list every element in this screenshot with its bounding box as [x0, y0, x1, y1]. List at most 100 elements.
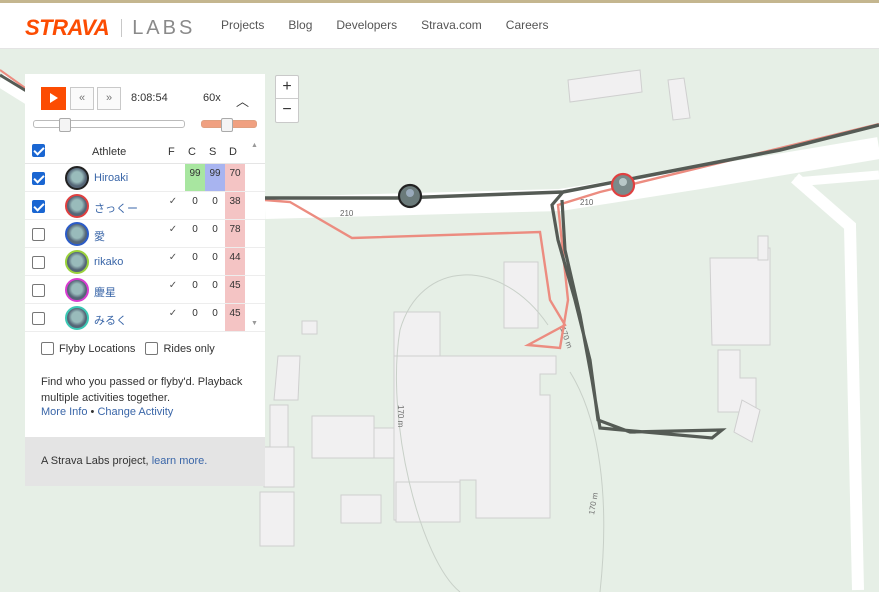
athlete-marker-sakku[interactable]	[610, 172, 636, 198]
flyby-locations-checkbox[interactable]	[41, 342, 54, 355]
rewind-button[interactable]: «	[70, 87, 94, 110]
playback-time: 8:08:54	[131, 92, 168, 104]
athlete-checkbox[interactable]	[32, 200, 45, 213]
cell-f: ✓	[168, 224, 178, 235]
more-info-link[interactable]: More Info	[41, 406, 87, 418]
col-athlete: Athlete	[92, 146, 127, 158]
col-f: F	[168, 146, 175, 158]
road-label-2: 210	[580, 198, 594, 207]
main-nav: Projects Blog Developers Strava.com Care…	[221, 18, 572, 32]
table-header: Athlete F C S D	[25, 138, 265, 164]
cell-s: 0	[212, 280, 218, 291]
building	[273, 355, 301, 401]
timeline-slider[interactable]	[33, 120, 185, 128]
table-row[interactable]: 慶星 ✓ 0 0 45	[25, 276, 265, 304]
athlete-table: Athlete F C S D Hiroaki 99 99 70 さっくー ✓ 0 0 38 愛 ✓…	[25, 138, 265, 332]
table-body: Hiroaki 99 99 70 さっくー ✓ 0 0 38 愛 ✓ 0 0 78 rikako ✓ 0 0 44 慶…	[25, 164, 265, 332]
chevron-up-icon[interactable]: ︿	[236, 91, 249, 110]
avatar[interactable]	[65, 306, 89, 330]
nav-careers[interactable]: Careers	[506, 18, 549, 32]
building	[340, 494, 382, 524]
athlete-checkbox[interactable]	[32, 228, 45, 241]
building	[263, 446, 295, 488]
building	[395, 481, 461, 523]
brand-labs: LABS	[132, 16, 196, 39]
select-all-checkbox[interactable]	[32, 144, 45, 157]
athlete-name[interactable]: みるく	[94, 312, 127, 328]
athlete-name[interactable]: Hiroaki	[94, 172, 128, 184]
avatar[interactable]	[65, 166, 89, 190]
footer-text: A Strava Labs project, learn more.	[41, 455, 207, 467]
brand-divider	[121, 19, 123, 37]
table-row[interactable]: 愛 ✓ 0 0 78	[25, 220, 265, 248]
track-dark-loop	[550, 190, 727, 440]
building	[269, 404, 289, 448]
cell-s: 0	[212, 196, 218, 207]
cell-c: 0	[192, 252, 198, 263]
change-activity-link[interactable]: Change Activity	[97, 406, 173, 418]
contour-label-3: 170 m	[587, 492, 600, 516]
zoom-control: + −	[275, 75, 299, 123]
building	[667, 77, 691, 121]
scroll-up-icon[interactable]: ▲	[251, 142, 258, 149]
learn-more-link[interactable]: learn more.	[152, 455, 208, 467]
zoom-out-button[interactable]: −	[276, 99, 298, 122]
cell-f: ✓	[168, 280, 178, 291]
cell-s: 0	[212, 224, 218, 235]
athlete-name[interactable]: さっくー	[94, 200, 138, 216]
nav-strava-com[interactable]: Strava.com	[421, 18, 482, 32]
road-label-1: 210	[340, 209, 354, 218]
scroll-down-icon[interactable]: ▼	[251, 320, 258, 327]
buildings	[259, 69, 771, 547]
cell-f: ✓	[168, 308, 178, 319]
col-d: D	[229, 146, 237, 158]
strava-labs-logo[interactable]: STRAVA LABS	[25, 15, 195, 41]
building	[567, 69, 643, 103]
table-row[interactable]: rikako ✓ 0 0 44	[25, 248, 265, 276]
contour-label-2: 170 m	[396, 405, 405, 428]
rides-only-checkbox[interactable]	[145, 342, 159, 355]
cell-s: 0	[212, 252, 218, 263]
athlete-checkbox[interactable]	[32, 256, 45, 269]
play-button[interactable]	[41, 87, 66, 110]
cell-d: 78	[225, 220, 245, 247]
footer-label: A Strava Labs project,	[41, 455, 149, 467]
athlete-checkbox[interactable]	[32, 172, 45, 185]
avatar[interactable]	[65, 250, 89, 274]
cell-f: ✓	[168, 252, 178, 263]
athlete-marker-hiroaki[interactable]	[397, 183, 423, 209]
athlete-name[interactable]: 愛	[94, 228, 105, 244]
nav-blog[interactable]: Blog	[288, 18, 312, 32]
zoom-in-button[interactable]: +	[276, 76, 298, 99]
cell-f	[163, 164, 183, 191]
fast-forward-button[interactable]: »	[97, 87, 121, 110]
rides-only-label: Rides only	[163, 342, 215, 355]
athlete-checkbox[interactable]	[32, 284, 45, 297]
athlete-name[interactable]: rikako	[94, 256, 123, 268]
athlete-checkbox[interactable]	[32, 312, 45, 325]
table-row[interactable]: みるく ✓ 0 0 45	[25, 304, 265, 332]
building	[709, 247, 771, 346]
table-row[interactable]: さっくー ✓ 0 0 38	[25, 192, 265, 220]
cell-d: 38	[225, 192, 245, 219]
cell-c: 99	[185, 164, 205, 191]
avatar[interactable]	[65, 278, 89, 302]
building	[259, 491, 295, 547]
table-row[interactable]: Hiroaki 99 99 70	[25, 164, 265, 192]
building	[717, 349, 757, 413]
timeline-slider-thumb[interactable]	[59, 118, 71, 132]
athlete-name[interactable]: 慶星	[94, 284, 116, 300]
nav-projects[interactable]: Projects	[221, 18, 264, 32]
speed-slider-thumb[interactable]	[221, 118, 233, 132]
cell-c: 0	[192, 224, 198, 235]
panel-footer: A Strava Labs project, learn more.	[25, 437, 265, 486]
playback-speed: 60x	[203, 92, 221, 104]
avatar[interactable]	[65, 194, 89, 218]
avatar[interactable]	[65, 222, 89, 246]
brand-strava: STRAVA	[25, 15, 110, 40]
nav-developers[interactable]: Developers	[336, 18, 397, 32]
building	[301, 320, 318, 335]
cell-d: 45	[225, 304, 245, 331]
flyby-panel: « » 8:08:54 60x ︿ Athlete F C S D Hiroak…	[25, 74, 265, 486]
building	[393, 311, 441, 357]
